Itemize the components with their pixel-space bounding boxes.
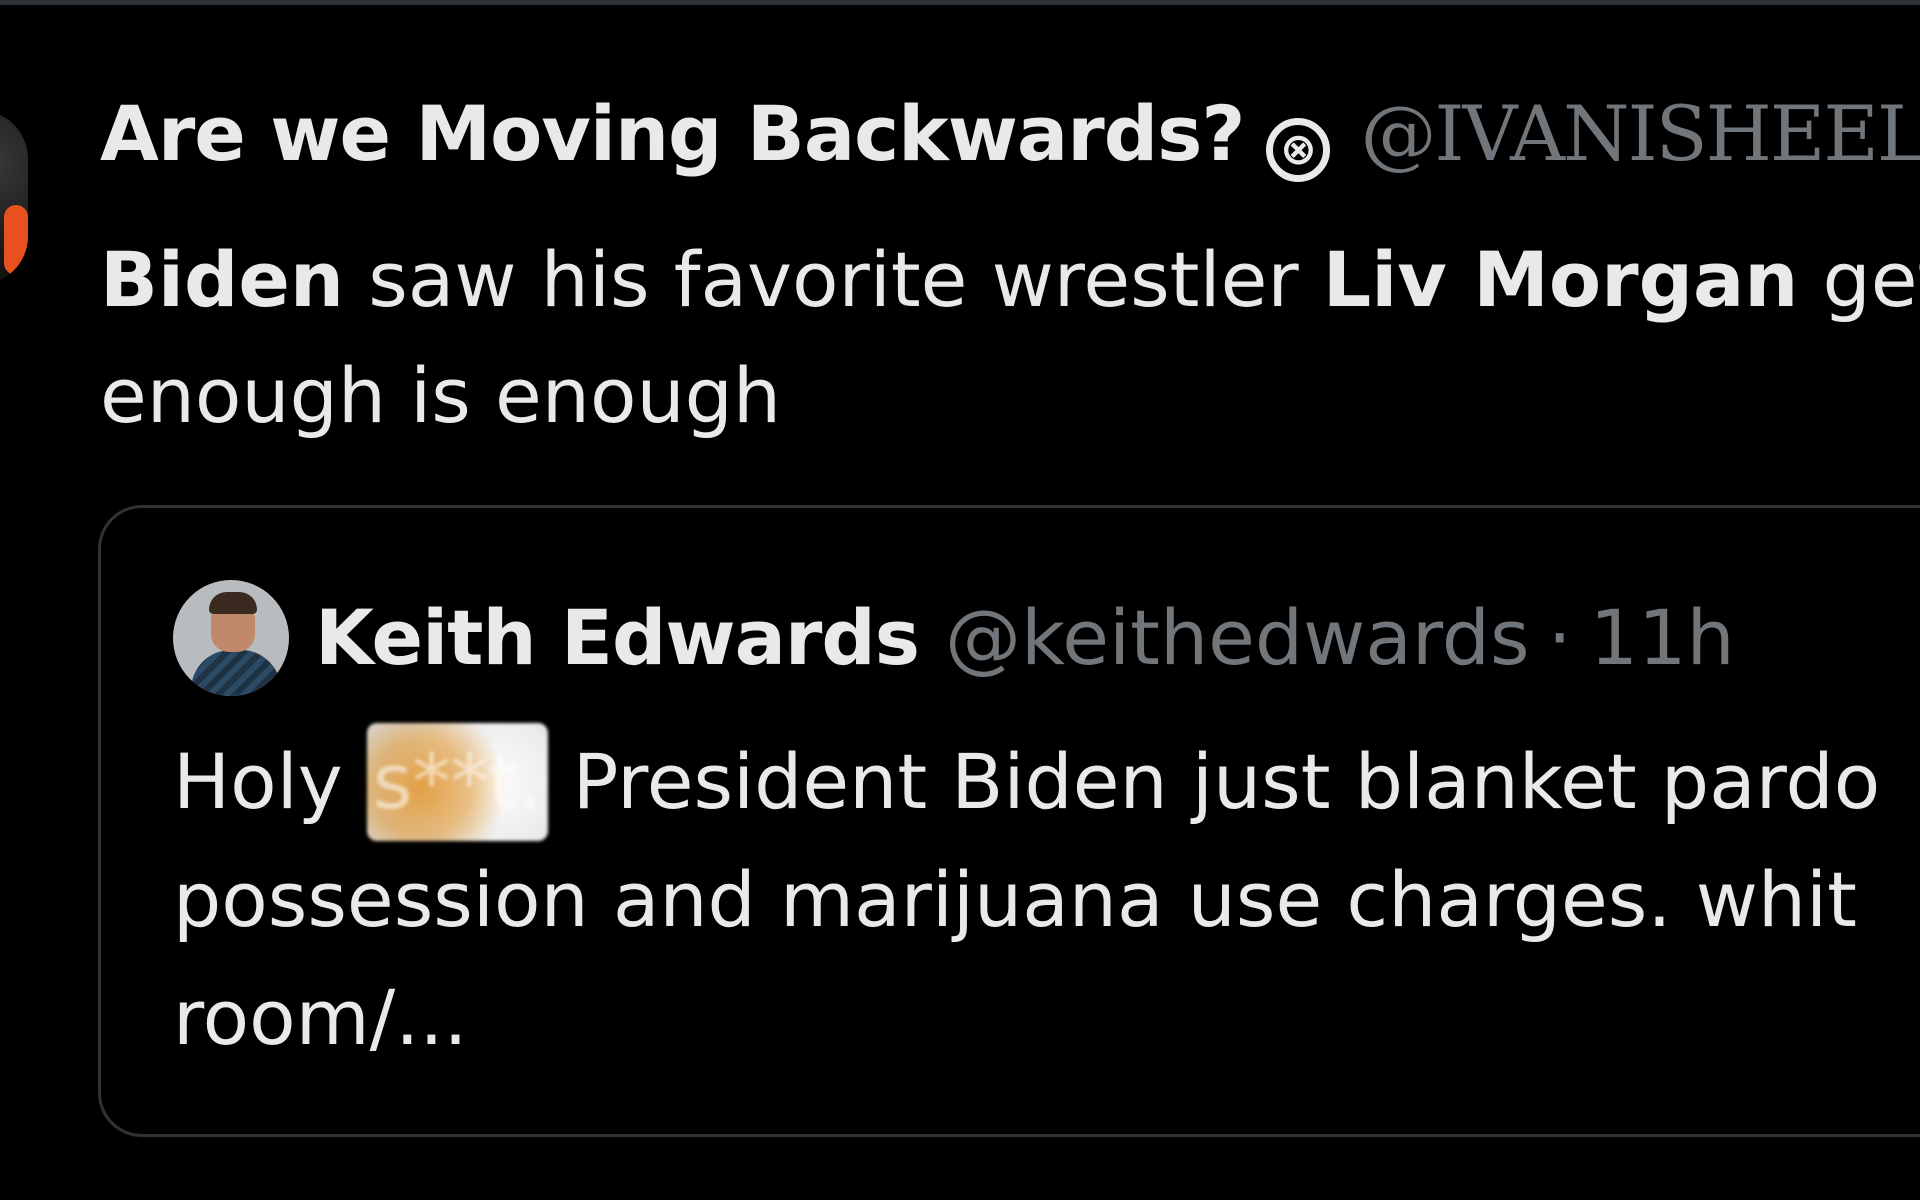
author-name[interactable]: Are we Moving Backwards?: [100, 96, 1245, 172]
avatar-accent: [4, 205, 28, 275]
separator-dot: ·: [1547, 593, 1572, 682]
quoted-tweet-time[interactable]: 11h: [1590, 600, 1735, 676]
censored-word: s**t.: [367, 723, 549, 841]
avatar[interactable]: [0, 110, 28, 285]
quoted-text-line: possession and marijuana use charges. wh…: [173, 855, 1857, 944]
quoted-tweet-text: Holy s**t. President Biden just blanket …: [173, 723, 1920, 1077]
tweet-text-plain: enough is enough: [100, 351, 782, 440]
tweet-text-plain: get: [1822, 235, 1920, 324]
tweet-text-plain: saw his favorite wrestler: [344, 235, 1323, 324]
tweet-text-line: enough is enough: [100, 338, 1920, 454]
quoted-text-line: Holy s**t. President Biden just blanket …: [173, 723, 1920, 841]
quoted-tweet-header: Keith Edwards @keithedwards · 11h: [173, 580, 1735, 696]
author-handle[interactable]: @IVANISHEEL: [1360, 96, 1920, 172]
quoted-author-avatar[interactable]: [173, 580, 289, 696]
tweet-text: Biden saw his favorite wrestler Liv Morg…: [100, 222, 1920, 454]
tweet-text-bold: Biden: [100, 235, 345, 324]
avatar-hair: [209, 592, 257, 614]
quoted-text-plain: Holy: [173, 737, 367, 826]
tweet-text-bold: Liv Morgan: [1322, 235, 1799, 324]
tweet-view: Are we Moving Backwards? ⊗ @IVANISHEEL B…: [0, 0, 1920, 1200]
badge-icon: ⊗: [1266, 118, 1331, 182]
quoted-text-line: room/...: [173, 973, 468, 1062]
quoted-author-handle[interactable]: @keithedwards: [945, 600, 1530, 676]
quoted-author-name[interactable]: Keith Edwards: [315, 600, 920, 676]
divider: [0, 0, 1920, 5]
quoted-text-plain: President Biden just blanket pardo: [548, 737, 1881, 826]
tweet-header: Are we Moving Backwards? ⊗ @IVANISHEEL: [100, 96, 1920, 182]
quoted-tweet-card[interactable]: Keith Edwards @keithedwards · 11h Holy s…: [98, 505, 1920, 1137]
tweet-text-line: Biden saw his favorite wrestler Liv Morg…: [100, 222, 1920, 338]
avatar-shirt: [191, 650, 281, 696]
